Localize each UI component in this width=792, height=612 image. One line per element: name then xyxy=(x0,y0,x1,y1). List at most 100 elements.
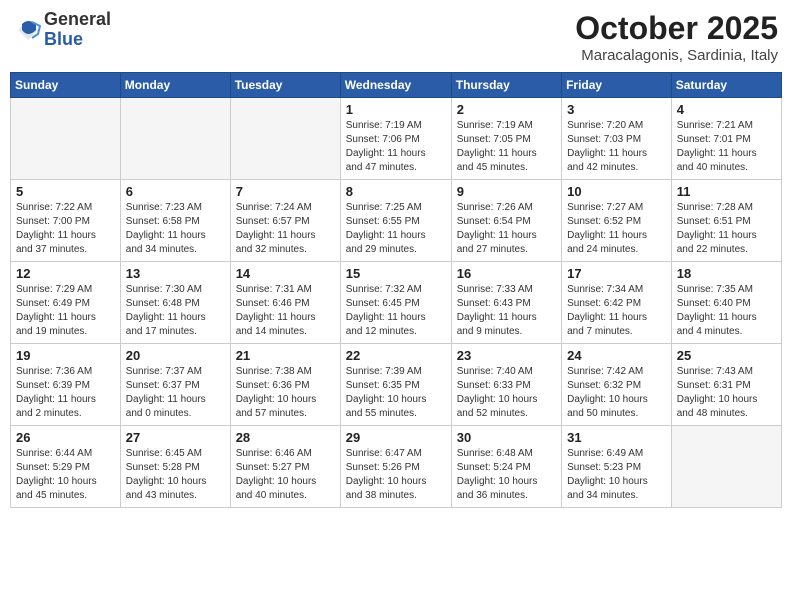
day-info: Sunrise: 7:20 AM Sunset: 7:03 PM Dayligh… xyxy=(567,119,666,175)
weekday-header-saturday: Saturday xyxy=(671,73,781,98)
day-number: 11 xyxy=(677,184,776,199)
day-number: 3 xyxy=(567,102,666,117)
day-cell: 24 Sunrise: 7:42 AM Sunset: 6:32 PM Dayli… xyxy=(562,344,672,426)
day-cell: 20Sunrise: 7:37 AM Sunset: 6:37 PM Dayli… xyxy=(120,344,230,426)
day-info: Sunrise: 7:32 AM Sunset: 6:45 PM Dayligh… xyxy=(346,283,446,339)
day-info: Sunrise: 6:48 AM Sunset: 5:24 PM Dayligh… xyxy=(457,447,556,503)
day-cell: 7 Sunrise: 7:24 AM Sunset: 6:57 PM Daylig… xyxy=(230,180,340,262)
logo-blue: Blue xyxy=(44,30,111,50)
day-number: 16 xyxy=(457,266,556,281)
day-cell: 16 Sunrise: 7:33 AM Sunset: 6:43 PM Dayli… xyxy=(451,262,561,344)
day-cell: 31Sunrise: 6:49 AM Sunset: 5:23 PM Dayli… xyxy=(562,426,672,508)
day-cell xyxy=(120,98,230,180)
day-cell: 26Sunrise: 6:44 AM Sunset: 5:29 PM Dayli… xyxy=(11,426,121,508)
day-info: Sunrise: 7:38 AM Sunset: 6:36 PM Dayligh… xyxy=(236,365,335,421)
day-number: 17 xyxy=(567,266,666,281)
day-cell: 9 Sunrise: 7:26 AM Sunset: 6:54 PM Daylig… xyxy=(451,180,561,262)
day-cell: 12 Sunrise: 7:29 AM Sunset: 6:49 PM Dayli… xyxy=(11,262,121,344)
day-number: 8 xyxy=(346,184,446,199)
day-number: 25 xyxy=(677,348,776,363)
day-info: Sunrise: 6:47 AM Sunset: 5:26 PM Dayligh… xyxy=(346,447,446,503)
day-info: Sunrise: 6:46 AM Sunset: 5:27 PM Dayligh… xyxy=(236,447,335,503)
day-number: 30 xyxy=(457,430,556,445)
day-number: 12 xyxy=(16,266,115,281)
day-number: 29 xyxy=(346,430,446,445)
weekday-header-sunday: Sunday xyxy=(11,73,121,98)
day-cell: 22 Sunrise: 7:39 AM Sunset: 6:35 PM Dayli… xyxy=(340,344,451,426)
header: General Blue October 2025 Maracalagonis,… xyxy=(10,10,782,64)
day-info: Sunrise: 6:45 AM Sunset: 5:28 PM Dayligh… xyxy=(126,447,225,503)
day-info: Sunrise: 7:42 AM Sunset: 6:32 PM Dayligh… xyxy=(567,365,666,421)
day-info: Sunrise: 7:43 AM Sunset: 6:31 PM Dayligh… xyxy=(677,365,776,421)
month-title: October 2025 xyxy=(575,10,778,47)
day-info: Sunrise: 7:39 AM Sunset: 6:35 PM Dayligh… xyxy=(346,365,446,421)
day-info: Sunrise: 7:19 AM Sunset: 7:06 PM Dayligh… xyxy=(346,119,446,175)
day-cell xyxy=(671,426,781,508)
day-number: 10 xyxy=(567,184,666,199)
day-cell: 10 Sunrise: 7:27 AM Sunset: 6:52 PM Dayli… xyxy=(562,180,672,262)
logo-icon xyxy=(14,16,42,44)
location: Maracalagonis, Sardinia, Italy xyxy=(575,47,778,64)
day-info: Sunrise: 7:29 AM Sunset: 6:49 PM Dayligh… xyxy=(16,283,115,339)
day-info: Sunrise: 7:36 AM Sunset: 6:39 PM Dayligh… xyxy=(16,365,115,421)
day-number: 27 xyxy=(126,430,225,445)
week-row-4: 19 Sunrise: 7:36 AM Sunset: 6:39 PM Dayli… xyxy=(11,344,782,426)
day-info: Sunrise: 7:30 AM Sunset: 6:48 PM Dayligh… xyxy=(126,283,225,339)
day-number: 24 xyxy=(567,348,666,363)
day-cell: 23Sunrise: 7:40 AM Sunset: 6:33 PM Dayli… xyxy=(451,344,561,426)
day-number: 19 xyxy=(16,348,115,363)
week-row-5: 26Sunrise: 6:44 AM Sunset: 5:29 PM Dayli… xyxy=(11,426,782,508)
day-number: 28 xyxy=(236,430,335,445)
day-cell: 5 Sunrise: 7:22 AM Sunset: 7:00 PM Daylig… xyxy=(11,180,121,262)
day-info: Sunrise: 7:28 AM Sunset: 6:51 PM Dayligh… xyxy=(677,201,776,257)
weekday-header-monday: Monday xyxy=(120,73,230,98)
weekday-header-wednesday: Wednesday xyxy=(340,73,451,98)
day-cell xyxy=(11,98,121,180)
calendar: SundayMondayTuesdayWednesdayThursdayFrid… xyxy=(10,72,782,508)
week-row-2: 5 Sunrise: 7:22 AM Sunset: 7:00 PM Daylig… xyxy=(11,180,782,262)
week-row-3: 12 Sunrise: 7:29 AM Sunset: 6:49 PM Dayli… xyxy=(11,262,782,344)
day-cell: 8Sunrise: 7:25 AM Sunset: 6:55 PM Daylig… xyxy=(340,180,451,262)
day-cell: 3 Sunrise: 7:20 AM Sunset: 7:03 PM Daylig… xyxy=(562,98,672,180)
day-number: 7 xyxy=(236,184,335,199)
day-info: Sunrise: 7:35 AM Sunset: 6:40 PM Dayligh… xyxy=(677,283,776,339)
day-cell: 6Sunrise: 7:23 AM Sunset: 6:58 PM Daylig… xyxy=(120,180,230,262)
day-info: Sunrise: 7:27 AM Sunset: 6:52 PM Dayligh… xyxy=(567,201,666,257)
day-number: 15 xyxy=(346,266,446,281)
day-cell: 25 Sunrise: 7:43 AM Sunset: 6:31 PM Dayli… xyxy=(671,344,781,426)
day-cell: 15 Sunrise: 7:32 AM Sunset: 6:45 PM Dayli… xyxy=(340,262,451,344)
logo-general: General xyxy=(44,10,111,30)
logo: General Blue xyxy=(14,10,111,50)
day-cell: 21 Sunrise: 7:38 AM Sunset: 6:36 PM Dayli… xyxy=(230,344,340,426)
day-info: Sunrise: 7:33 AM Sunset: 6:43 PM Dayligh… xyxy=(457,283,556,339)
day-cell: 4Sunrise: 7:21 AM Sunset: 7:01 PM Daylig… xyxy=(671,98,781,180)
weekday-header-tuesday: Tuesday xyxy=(230,73,340,98)
day-info: Sunrise: 7:24 AM Sunset: 6:57 PM Dayligh… xyxy=(236,201,335,257)
day-cell: 19 Sunrise: 7:36 AM Sunset: 6:39 PM Dayli… xyxy=(11,344,121,426)
day-number: 9 xyxy=(457,184,556,199)
day-cell xyxy=(230,98,340,180)
day-cell: 30 Sunrise: 6:48 AM Sunset: 5:24 PM Dayli… xyxy=(451,426,561,508)
day-cell: 14Sunrise: 7:31 AM Sunset: 6:46 PM Dayli… xyxy=(230,262,340,344)
day-number: 21 xyxy=(236,348,335,363)
day-info: Sunrise: 7:22 AM Sunset: 7:00 PM Dayligh… xyxy=(16,201,115,257)
title-section: October 2025 Maracalagonis, Sardinia, It… xyxy=(575,10,778,64)
day-cell: 18 Sunrise: 7:35 AM Sunset: 6:40 PM Dayli… xyxy=(671,262,781,344)
day-cell: 17Sunrise: 7:34 AM Sunset: 6:42 PM Dayli… xyxy=(562,262,672,344)
day-cell: 11 Sunrise: 7:28 AM Sunset: 6:51 PM Dayli… xyxy=(671,180,781,262)
day-info: Sunrise: 6:49 AM Sunset: 5:23 PM Dayligh… xyxy=(567,447,666,503)
day-number: 14 xyxy=(236,266,335,281)
day-info: Sunrise: 7:21 AM Sunset: 7:01 PM Dayligh… xyxy=(677,119,776,175)
day-number: 22 xyxy=(346,348,446,363)
day-number: 5 xyxy=(16,184,115,199)
weekday-header-row: SundayMondayTuesdayWednesdayThursdayFrid… xyxy=(11,73,782,98)
weekday-header-thursday: Thursday xyxy=(451,73,561,98)
day-number: 13 xyxy=(126,266,225,281)
day-cell: 29 Sunrise: 6:47 AM Sunset: 5:26 PM Dayli… xyxy=(340,426,451,508)
day-info: Sunrise: 7:19 AM Sunset: 7:05 PM Dayligh… xyxy=(457,119,556,175)
day-number: 18 xyxy=(677,266,776,281)
day-info: Sunrise: 6:44 AM Sunset: 5:29 PM Dayligh… xyxy=(16,447,115,503)
day-number: 23 xyxy=(457,348,556,363)
day-info: Sunrise: 7:26 AM Sunset: 6:54 PM Dayligh… xyxy=(457,201,556,257)
day-number: 20 xyxy=(126,348,225,363)
